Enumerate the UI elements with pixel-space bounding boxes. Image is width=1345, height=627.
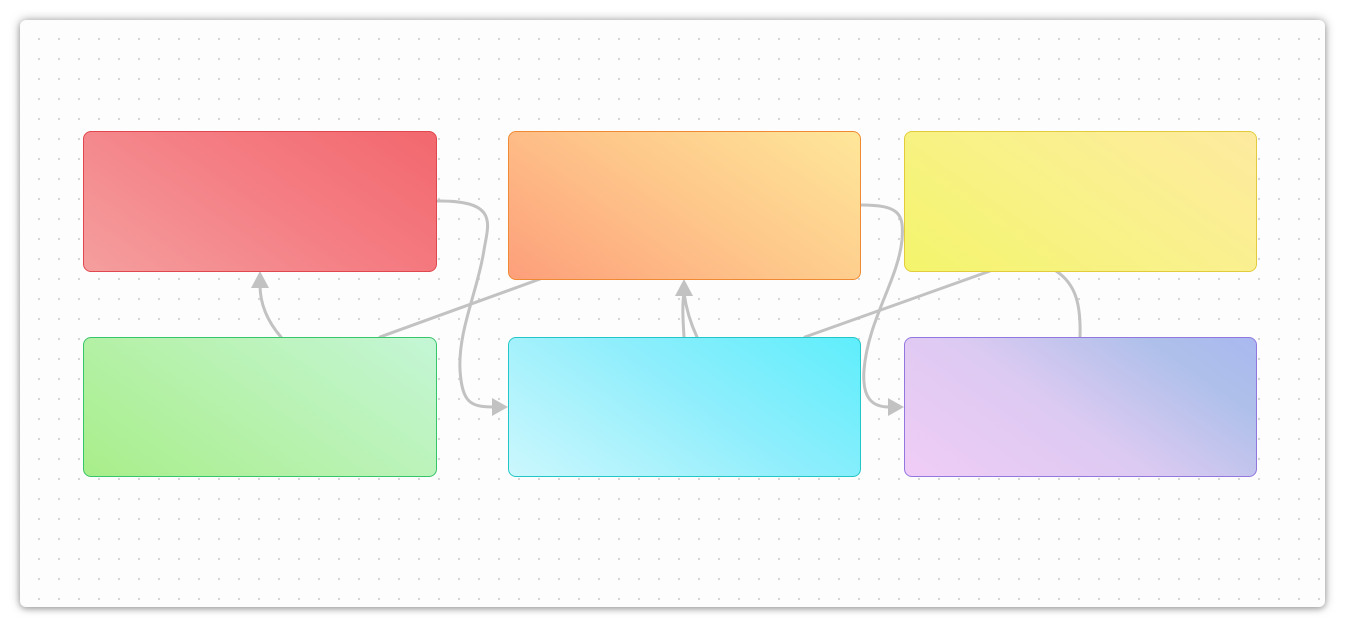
node-cyan[interactable] [508,337,861,477]
node-yellow[interactable] [904,131,1257,272]
node-purple[interactable] [904,337,1257,477]
node-red[interactable] [83,131,437,272]
node-orange[interactable] [508,131,861,280]
node-green[interactable] [83,337,437,477]
diagram-canvas[interactable] [20,20,1325,607]
